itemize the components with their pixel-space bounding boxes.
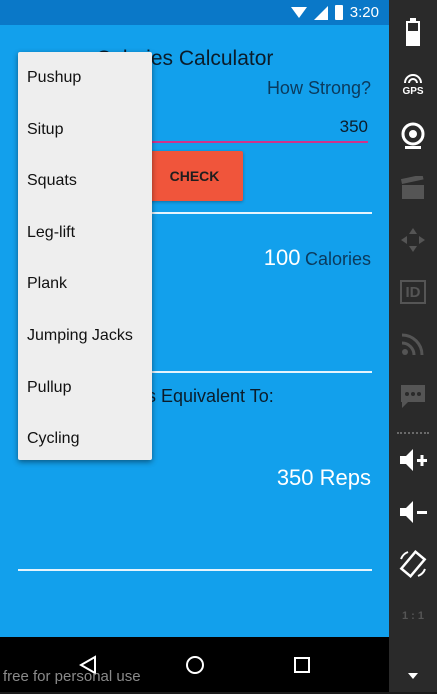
home-button[interactable] [185, 655, 205, 675]
result-text: 350 Reps [276, 465, 371, 490]
device-id-button[interactable]: ID [395, 274, 431, 310]
network-button[interactable] [395, 326, 431, 362]
recents-button[interactable] [292, 655, 312, 675]
camera-button[interactable] [395, 118, 431, 154]
calories-unit: Calories [304, 249, 371, 269]
webcam-icon [401, 122, 425, 149]
watermark-text: free for personal use [3, 668, 141, 685]
dpad-icon [401, 228, 425, 252]
dropdown-item-leg-lift[interactable]: Leg-lift [18, 207, 152, 259]
divider-bottom [18, 569, 372, 571]
check-button[interactable]: CHECK [146, 151, 243, 201]
battery-icon [334, 5, 343, 20]
volume-up-icon [400, 449, 427, 471]
sms-button[interactable] [395, 378, 431, 414]
rotate-button[interactable] [395, 546, 431, 582]
emulator-toolbar: GPS ID 1 : 1 [389, 0, 437, 692]
battery-icon [406, 18, 420, 46]
status-bar: 3:20 [0, 0, 389, 25]
dropdown-item-squats[interactable]: Squats [18, 155, 152, 207]
dpad-button[interactable] [395, 222, 431, 258]
gps-icon [404, 73, 422, 83]
scale-button[interactable]: 1 : 1 [395, 598, 431, 634]
dropdown-item-pullup[interactable]: Pullup [18, 362, 152, 414]
strength-label: How Strong? [266, 78, 371, 98]
dropdown-item-cycling[interactable]: Cycling [18, 413, 152, 465]
volume-down-button[interactable] [395, 494, 431, 530]
chevron-down-icon [408, 673, 418, 679]
equivalent-label: Is Equivalent To: [142, 386, 274, 406]
gps-label: GPS [402, 85, 424, 97]
status-icons: 3:20 [290, 4, 379, 21]
rss-icon [401, 333, 424, 356]
status-time: 3:20 [349, 4, 379, 21]
scale-label: 1 : 1 [401, 610, 424, 622]
message-icon [401, 385, 425, 408]
rotate-icon [399, 549, 427, 579]
toolbar-separator [397, 432, 429, 434]
calories-value: 100 [263, 245, 301, 270]
app-screen: Calories Calculator How Strong? CHECK 10… [0, 25, 389, 637]
dropdown-item-jumping-jacks[interactable]: Jumping Jacks [18, 310, 152, 362]
more-button[interactable] [395, 658, 431, 694]
volume-down-icon [400, 501, 427, 523]
recents-icon [294, 657, 310, 673]
dropdown-item-pushup[interactable]: Pushup [18, 52, 152, 104]
scale-icon: 1 : 1 [402, 610, 424, 622]
home-icon [186, 656, 204, 674]
dropdown-item-plank[interactable]: Plank [18, 258, 152, 310]
id-icon: ID [400, 280, 426, 304]
clapperboard-icon [400, 176, 424, 199]
exercise-dropdown-menu: Pushup Situp Squats Leg-lift Plank Jumpi… [18, 52, 152, 460]
id-label: ID [405, 283, 421, 301]
signal-icon [313, 5, 328, 20]
battery-button[interactable] [395, 14, 431, 50]
calories-display: 100 Calories [264, 245, 371, 271]
gps-button[interactable]: GPS [395, 66, 431, 102]
media-button[interactable] [395, 170, 431, 206]
wifi-icon [290, 7, 307, 18]
volume-up-button[interactable] [395, 442, 431, 478]
dropdown-item-situp[interactable]: Situp [18, 104, 152, 156]
